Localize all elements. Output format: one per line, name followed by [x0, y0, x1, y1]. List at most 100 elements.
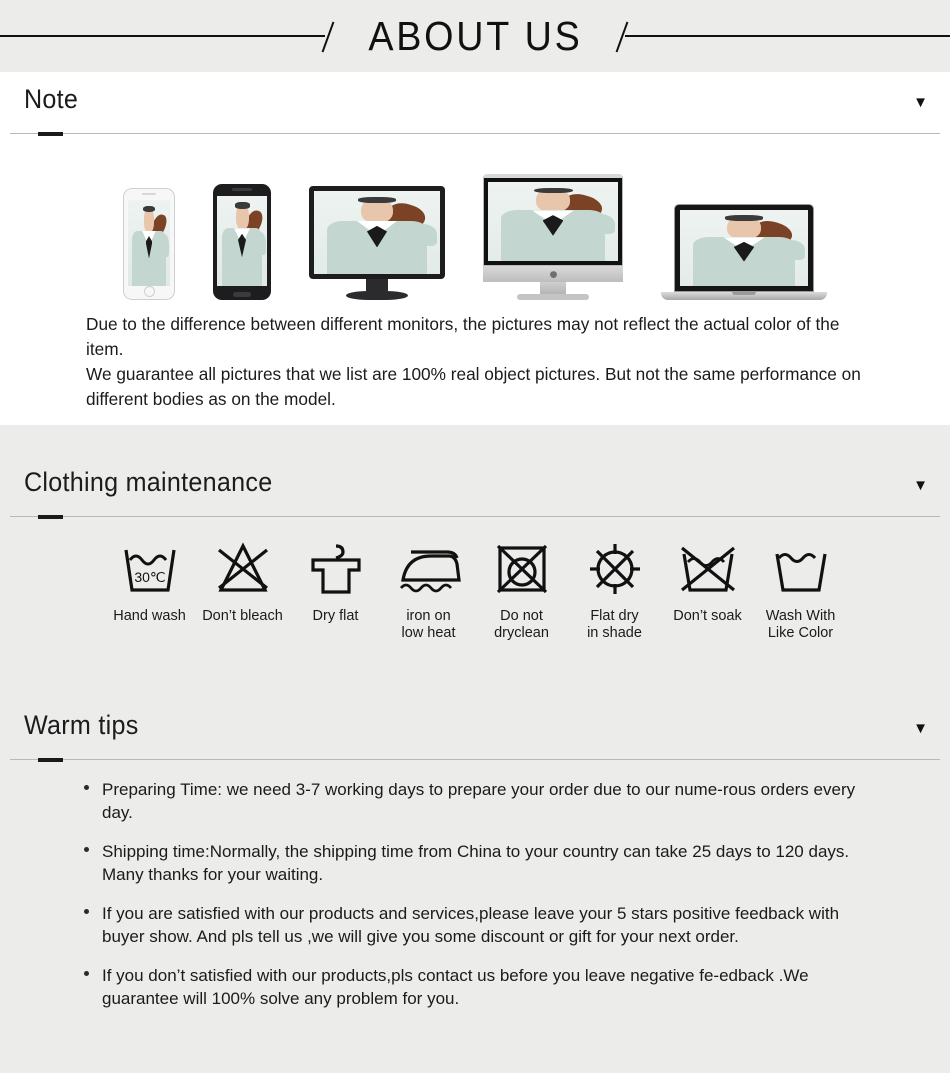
banner-rule-right — [616, 21, 950, 53]
bullet-icon — [84, 785, 89, 790]
care-item: Dry flat — [289, 536, 382, 625]
device-iphone — [123, 188, 175, 300]
model-arm — [159, 234, 170, 257]
warm-tips-divider — [10, 759, 940, 760]
apple-logo-icon — [549, 270, 557, 278]
model-photo — [488, 182, 618, 261]
monitor-screen — [314, 191, 440, 274]
note-paragraphs: Due to the difference between different … — [86, 312, 864, 411]
laptop-bezel — [674, 204, 814, 292]
tip-text: If you are satisfied with our products a… — [102, 903, 840, 947]
wash-like-color-icon — [769, 536, 833, 602]
care-label: Wash With Like Color — [765, 608, 836, 642]
warm-tips-section-header[interactable]: Warm tips ▼ — [0, 698, 950, 772]
chevron-down-icon[interactable]: ▼ — [913, 478, 928, 493]
device-android — [213, 184, 271, 300]
model-headband — [234, 202, 250, 209]
chevron-down-icon[interactable]: ▼ — [913, 721, 928, 736]
care-item: 30℃ Hand wash — [103, 536, 196, 625]
care-label: Don’t soak — [673, 608, 742, 624]
model-headband — [142, 206, 156, 213]
hand-wash-icon: 30℃ — [118, 536, 182, 602]
laptop-notch — [732, 292, 756, 295]
note-section: Note ▼ Due to the difference between dif… — [0, 72, 950, 425]
slash-ornament-right — [616, 21, 629, 53]
banner-rule-left — [0, 21, 334, 53]
monitor-stand-base — [346, 291, 408, 300]
do-not-dryclean-icon — [490, 536, 554, 602]
chevron-down-icon[interactable]: ▼ — [913, 95, 928, 110]
imac-stand-neck — [540, 282, 566, 294]
dry-flat-icon — [304, 536, 368, 602]
bullet-icon — [84, 908, 89, 914]
list-item: Shipping time:Normally, the shipping tim… — [78, 840, 878, 887]
iphone-screen — [128, 200, 170, 286]
svg-text:30℃: 30℃ — [134, 569, 165, 585]
do-not-soak-icon — [676, 536, 740, 602]
list-item: Preparing Time: we need 3-7 working days… — [78, 778, 878, 825]
maintenance-section: Clothing maintenance ▼ — [0, 455, 950, 529]
tip-text: If you don’t satisfied with our products… — [102, 965, 809, 1009]
maintenance-divider-accent — [38, 515, 63, 519]
care-label: Hand wash — [113, 608, 186, 624]
bullet-icon — [84, 970, 89, 976]
android-home-bar — [233, 292, 251, 297]
laptop-base — [661, 292, 827, 300]
list-item: If you are satisfied with our products a… — [78, 902, 878, 949]
monitor-bezel — [309, 186, 445, 279]
imac-stand-base — [517, 294, 589, 300]
do-not-bleach-icon — [211, 536, 275, 602]
laptop-screen — [680, 210, 808, 286]
care-item: iron on low heat — [382, 536, 475, 642]
device-laptop — [661, 204, 827, 300]
maintenance-divider — [10, 516, 940, 517]
model-photo — [680, 210, 808, 286]
tip-text: Shipping time:Normally, the shipping tim… — [102, 841, 850, 885]
care-label: Do not dryclean — [494, 608, 549, 642]
model-headband — [358, 196, 396, 203]
note-paragraph-2: We guarantee all pictures that we list a… — [86, 363, 861, 409]
care-label: iron on low heat — [401, 608, 456, 642]
bullet-icon — [84, 846, 89, 852]
care-symbol-row: 30℃ Hand wash Don’t bleach Dry flat iron… — [0, 536, 950, 642]
page-banner: ABOUT US — [0, 0, 950, 72]
warm-tips-divider-accent — [38, 758, 63, 762]
care-label: Don’t bleach — [202, 608, 283, 624]
imac-bezel — [483, 174, 623, 266]
maintenance-heading: Clothing maintenance — [24, 467, 273, 497]
note-section-header[interactable]: Note ▼ — [0, 72, 950, 146]
list-item: If you don’t satisfied with our products… — [78, 964, 878, 1011]
imac-chin — [483, 266, 623, 282]
warm-tips-list: Preparing Time: we need 3-7 working days… — [78, 778, 878, 1026]
maintenance-section-header[interactable]: Clothing maintenance ▼ — [0, 455, 950, 529]
model-photo — [314, 191, 440, 274]
model-arm — [409, 224, 438, 246]
model-headband — [533, 187, 573, 194]
tip-text: Preparing Time: we need 3-7 working days… — [102, 780, 856, 823]
model-headband — [724, 215, 764, 221]
device-monitor — [309, 186, 445, 300]
care-label: Dry flat — [312, 608, 359, 624]
iphone-speaker — [142, 193, 156, 195]
imac-screen — [488, 182, 618, 261]
care-label: Flat dry in shade — [587, 608, 642, 642]
care-item: Don’t soak — [661, 536, 754, 625]
note-divider-accent — [38, 132, 63, 136]
care-item: Do not dryclean — [475, 536, 568, 642]
device-preview-row — [0, 170, 950, 300]
about-us-page: ABOUT US Note ▼ Due to the difference be… — [0, 0, 950, 1073]
page-title: ABOUT US — [367, 12, 583, 59]
note-heading: Note — [24, 84, 79, 114]
model-photo — [128, 200, 170, 286]
warm-tips-section: Warm tips ▼ — [0, 698, 950, 772]
slash-ornament-left — [321, 21, 334, 53]
iron-low-heat-icon — [395, 536, 463, 602]
model-photo — [217, 196, 267, 286]
note-paragraph-1: Due to the difference between different … — [86, 314, 840, 359]
flat-dry-shade-icon — [583, 536, 647, 602]
note-divider — [10, 133, 940, 134]
care-item: Don’t bleach — [196, 536, 289, 625]
android-speaker — [232, 188, 252, 191]
android-screen — [217, 196, 267, 286]
care-item: Flat dry in shade — [568, 536, 661, 642]
